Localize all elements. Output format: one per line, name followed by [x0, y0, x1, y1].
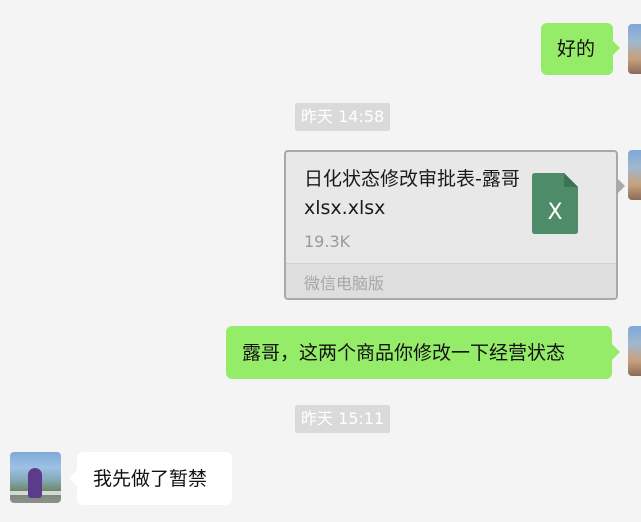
avatar-photo-person [28, 468, 42, 498]
file-message-card[interactable]: 日化状态修改审批表-露哥xlsx.xlsx 19.3K X 微信电脑版 [284, 150, 618, 300]
timestamp: 昨天 15:11 [295, 405, 391, 433]
message-text: 我先做了暂禁 [93, 467, 208, 490]
timestamp: 昨天 14:58 [295, 103, 391, 131]
message-text: 露哥，这两个商品你修改一下经营状态 [242, 341, 566, 364]
bubble-tail [69, 470, 77, 486]
message-text: 好的 [557, 38, 596, 60]
file-source-label: 微信电脑版 [304, 274, 385, 293]
outgoing-message-bubble[interactable]: 露哥，这两个商品你修改一下经营状态 [226, 326, 612, 379]
my-avatar[interactable] [628, 326, 641, 376]
my-avatar[interactable] [628, 24, 641, 74]
excel-file-icon: X [532, 173, 578, 234]
file-size: 19.3K [304, 232, 351, 251]
outgoing-message-bubble[interactable]: 好的 [541, 23, 613, 75]
file-card-footer: 微信电脑版 [286, 263, 616, 298]
bubble-tail [617, 178, 625, 194]
file-name: 日化状态修改审批表-露哥xlsx.xlsx [304, 168, 520, 219]
incoming-message-bubble[interactable]: 我先做了暂禁 [77, 452, 232, 505]
bubble-tail [612, 344, 620, 360]
excel-icon-letter: X [547, 200, 562, 225]
contact-avatar[interactable] [10, 452, 61, 503]
bubble-tail [612, 40, 620, 56]
my-avatar[interactable] [628, 150, 641, 200]
